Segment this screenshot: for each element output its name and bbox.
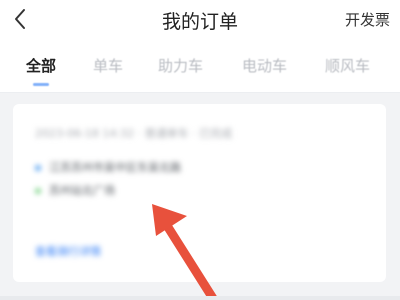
start-location: 江苏苏州市吴中区东吴北路 [49, 161, 181, 174]
end-location: 苏州站北广场 [49, 184, 115, 197]
page-title: 我的订单 [161, 11, 238, 33]
order-card[interactable]: 2023-06-18 14:32 · 普通单车 · 已完成 江苏苏州市吴中区东吴… [13, 104, 386, 282]
tab-all[interactable]: 全部 [26, 55, 56, 76]
issue-invoice-button[interactable]: 开发票 [345, 9, 390, 30]
tab-bike[interactable]: 单车 [93, 55, 123, 76]
chevron-left-icon [15, 9, 25, 29]
start-location-row: 江苏苏州市吴中区东吴北路 [35, 159, 181, 175]
order-card-content: 2023-06-18 14:32 · 普通单车 · 已完成 江苏苏州市吴中区东吴… [13, 104, 386, 282]
back-button[interactable] [10, 6, 32, 32]
next-card-edge [0, 296, 400, 300]
tab-e-bike-assist[interactable]: 助力车 [158, 55, 203, 76]
tab-electric-scooter[interactable]: 电动车 [242, 55, 287, 76]
start-dot-icon [35, 165, 41, 171]
order-category-tabs: 全部 单车 助力车 电动车 顺风车 [0, 40, 400, 93]
end-location-row: 苏州站北广场 [35, 182, 115, 198]
order-detail-link[interactable]: 查看骑行详情 [35, 243, 101, 259]
tab-carpool[interactable]: 顺风车 [325, 55, 370, 76]
end-dot-icon [35, 188, 41, 194]
active-tab-indicator [33, 83, 49, 86]
top-nav-bar: 我的订单 开发票 [0, 0, 400, 40]
order-meta: 2023-06-18 14:32 · 普通单车 · 已完成 [35, 127, 233, 140]
